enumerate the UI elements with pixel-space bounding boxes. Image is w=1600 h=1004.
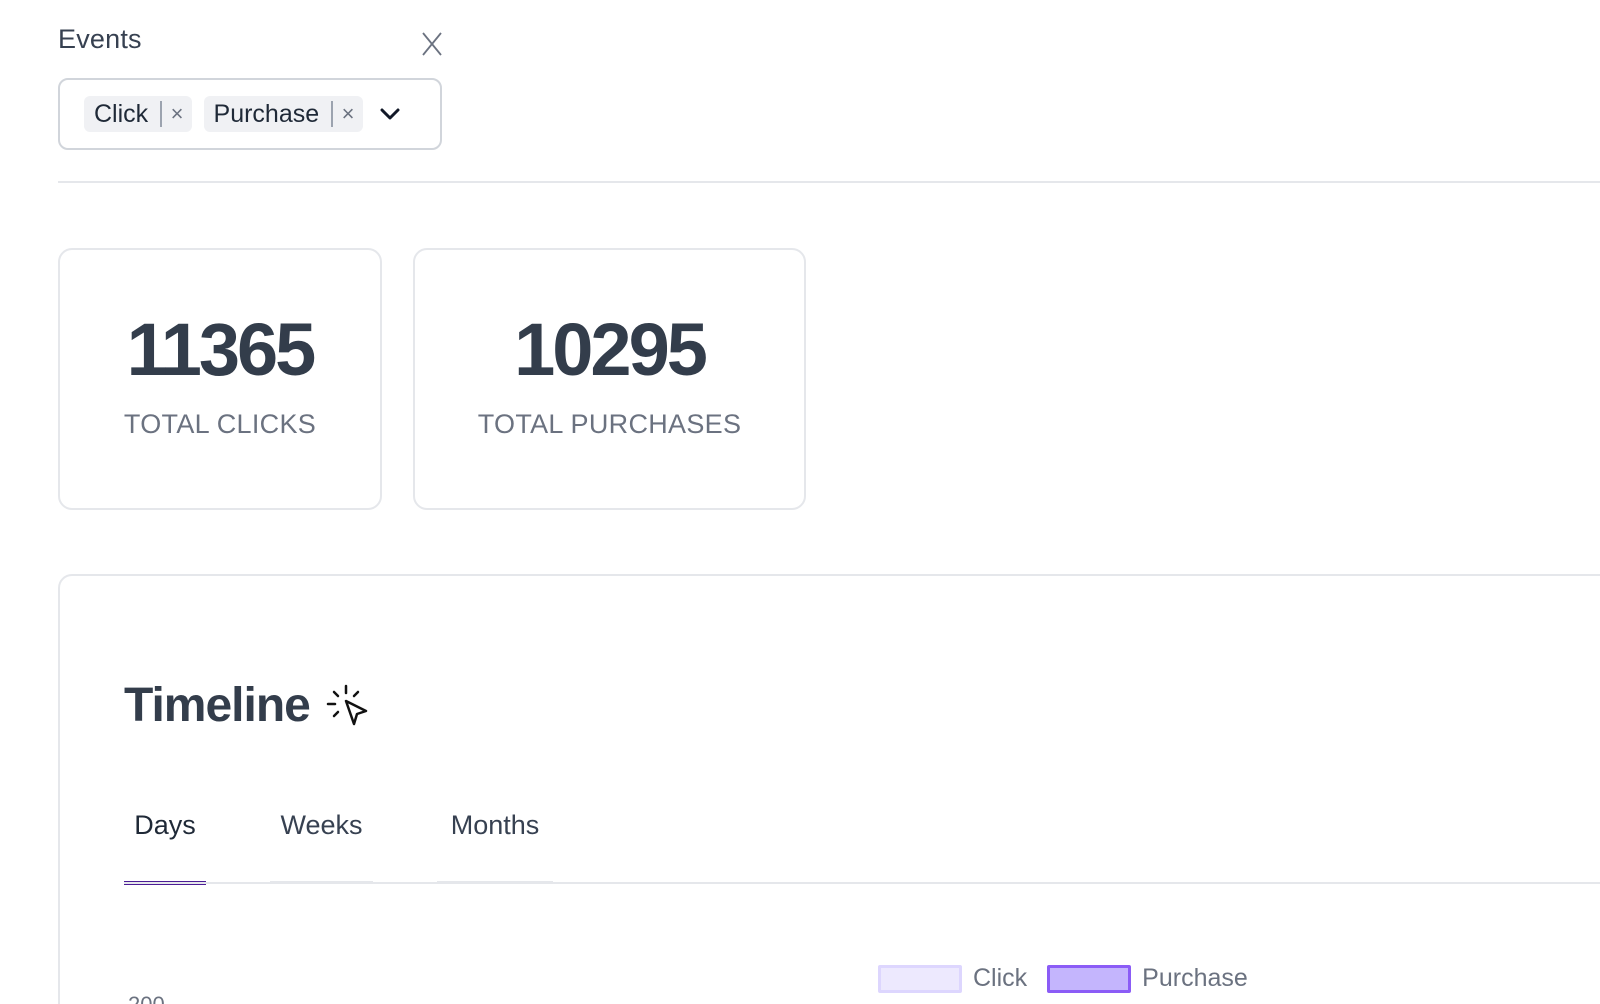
- chip-separator: [160, 101, 162, 127]
- legend-swatch: [878, 964, 962, 993]
- events-multiselect[interactable]: Click × Purchase ×: [58, 78, 442, 150]
- total-clicks-label: TOTAL CLICKS: [123, 408, 317, 439]
- legend-item-click[interactable]: Click: [878, 964, 1027, 993]
- tabs-baseline: [124, 882, 1600, 884]
- cursor-click-icon: [326, 684, 368, 726]
- chip-label: Purchase: [213, 99, 320, 128]
- total-purchases-card: 10295 TOTAL PURCHASES: [413, 248, 806, 510]
- chip-label: Click: [94, 99, 149, 128]
- chevron-down-icon[interactable]: [377, 101, 403, 127]
- legend-swatch: [1047, 964, 1132, 993]
- y-axis-tick: 200: [128, 992, 165, 1004]
- legend-item-purchase[interactable]: Purchase: [1047, 964, 1248, 993]
- chart-legend: Click Purchase: [878, 964, 1248, 993]
- tab-label: Days: [134, 810, 196, 840]
- chip-purchase: Purchase ×: [203, 96, 363, 132]
- timeline-title: Timeline: [124, 679, 311, 732]
- tab-weeks[interactable]: Weeks: [270, 810, 373, 884]
- total-clicks-card: 11365 TOTAL CLICKS: [58, 248, 382, 510]
- remove-purchase-icon[interactable]: ×: [342, 103, 355, 125]
- legend-label: Purchase: [1142, 964, 1248, 992]
- total-clicks-value: 11365: [126, 307, 317, 391]
- tab-label: Weeks: [280, 810, 363, 840]
- timeline-card: [58, 574, 1600, 1004]
- tab-months[interactable]: Months: [437, 810, 553, 884]
- total-purchases-value: 10295: [514, 307, 708, 391]
- events-dashboard: Events Click × Purchase × 11365 TOTAL CL…: [0, 0, 1600, 1004]
- chip-click: Click ×: [84, 96, 192, 132]
- events-filter-label: Events: [58, 24, 142, 54]
- chip-separator: [331, 101, 333, 127]
- close-icon[interactable]: [420, 30, 444, 58]
- total-purchases-label: TOTAL PURCHASES: [477, 408, 742, 439]
- section-divider: [58, 181, 1600, 183]
- tab-label: Months: [450, 810, 540, 840]
- tab-days[interactable]: Days: [124, 810, 206, 885]
- legend-label: Click: [973, 964, 1028, 992]
- remove-click-icon[interactable]: ×: [171, 103, 184, 125]
